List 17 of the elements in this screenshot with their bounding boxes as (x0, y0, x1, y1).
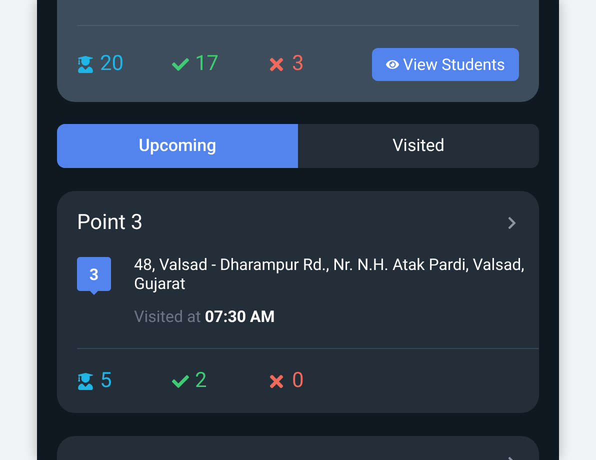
stat-count: 0 (292, 369, 304, 393)
point-card[interactable]: Point 3 3 48, Valsad - Dharampur Rd., Nr. N.H. Atak Pardi, Valsad, Gujarat Visited at 07:30 AM 5 2 0 (57, 191, 539, 413)
point-title: Point 3 (77, 211, 143, 235)
view-students-button[interactable]: View Students (372, 48, 519, 80)
stat-count: 3 (292, 52, 304, 76)
stat-count: 20 (100, 52, 124, 76)
stat-count: 2 (195, 369, 207, 393)
student-icon (77, 56, 94, 72)
visited-time: Visited at 07:30 AM (134, 307, 276, 326)
check-icon (172, 372, 189, 390)
address-text: 48, Valsad - Dharampur Rd., Nr. N.H. Atak Pardi, Valsad, Gujarat (134, 255, 526, 293)
student-icon (77, 372, 94, 390)
stat-count: 17 (195, 52, 219, 76)
eye-icon (386, 58, 400, 70)
check-icon (172, 56, 189, 72)
tab[interactable]: Upcoming (57, 124, 298, 168)
stat-count: 5 (100, 369, 112, 393)
